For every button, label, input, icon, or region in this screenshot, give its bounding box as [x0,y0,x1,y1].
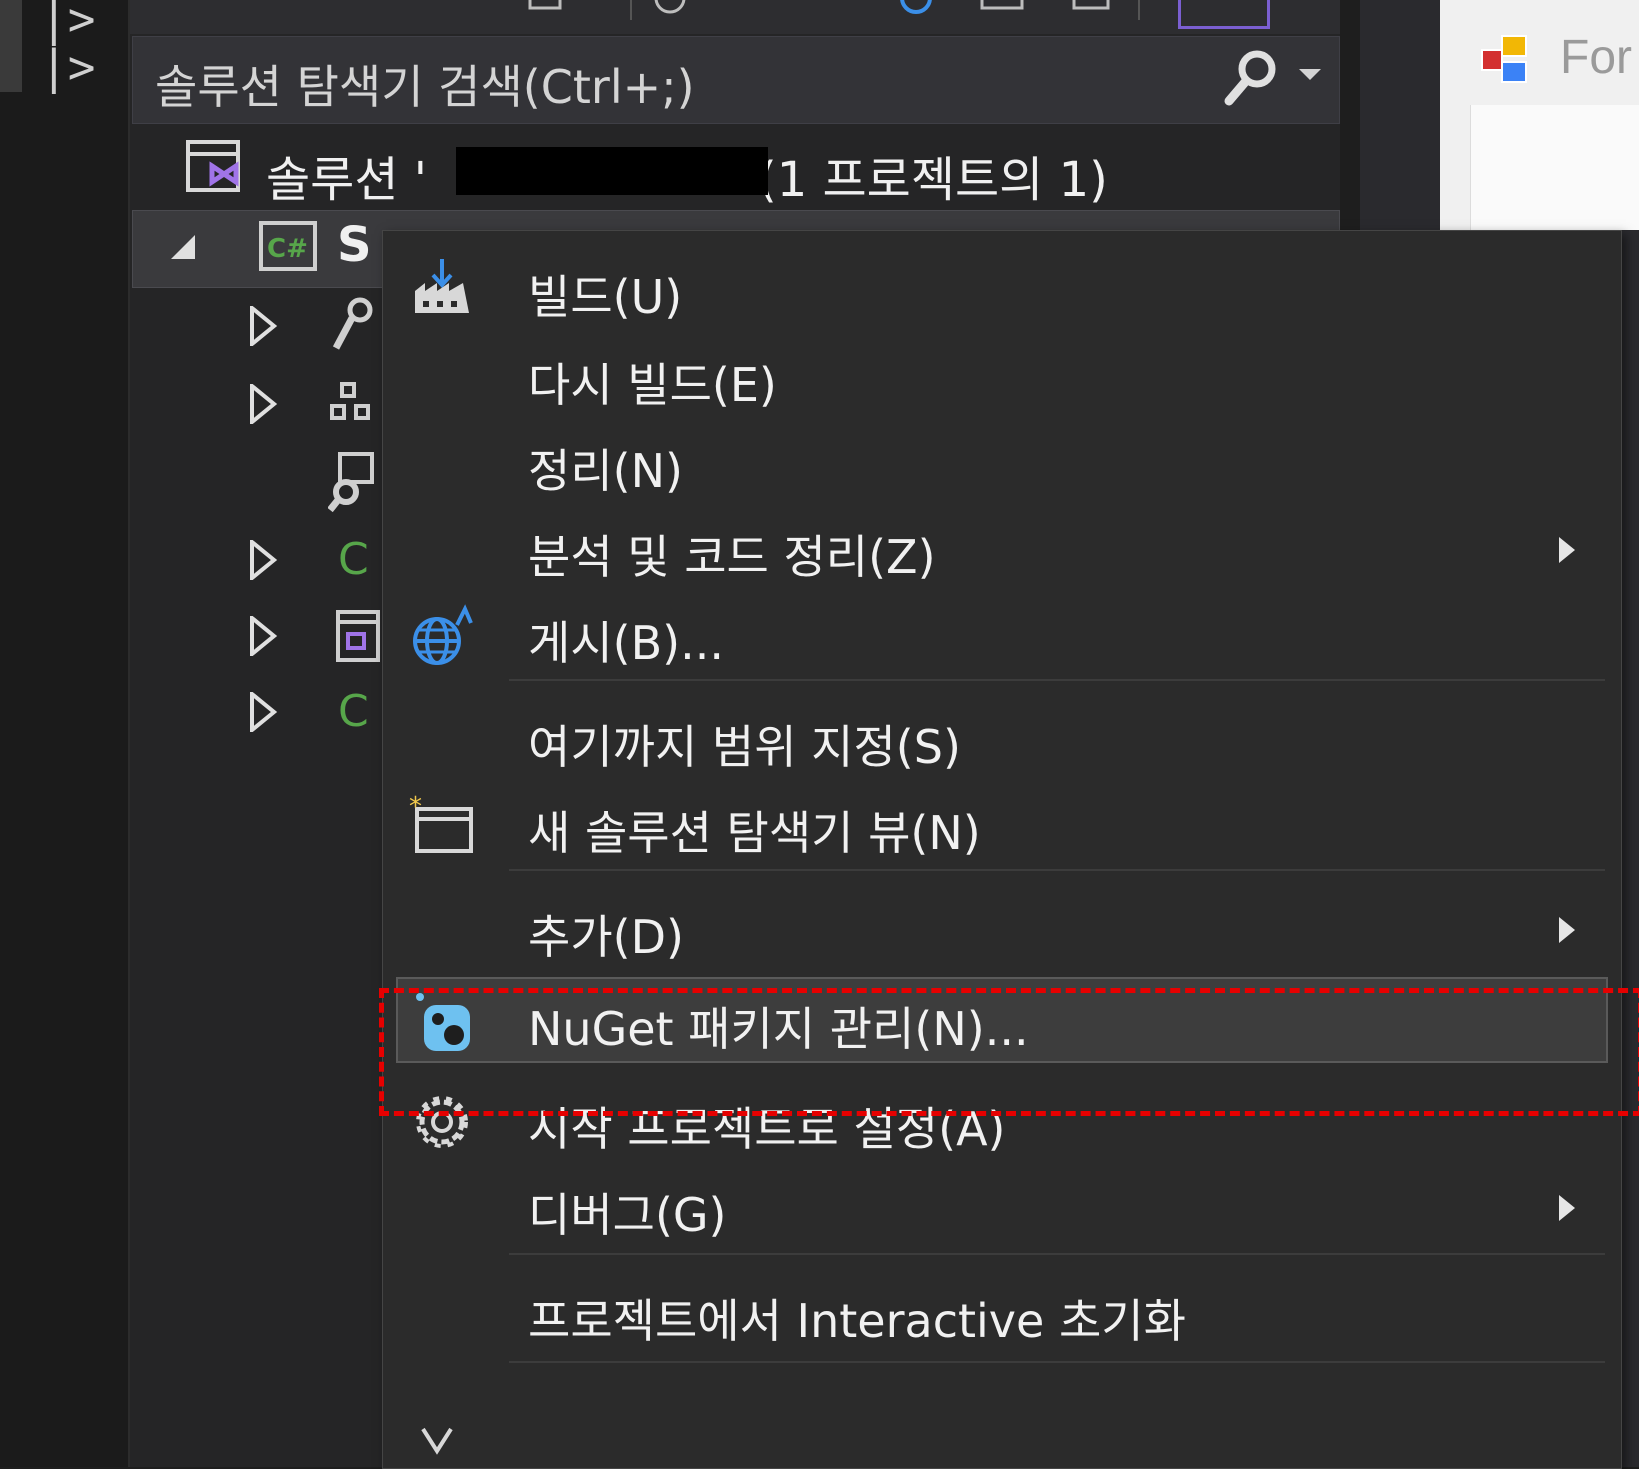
menu-separator [509,869,1605,871]
project-context-menu: 빌드(U) 다시 빌드(E) 정리(N) 분석 및 코드 정리(Z) 게시(B)… [382,230,1622,1469]
menu-item-label: 추가(D) [528,910,684,964]
properties-wrench-icon [332,297,373,350]
annotation-highlight-box [379,988,1639,1116]
collapsed-triangle-icon[interactable] [248,616,278,656]
toolbar-collapse-icon[interactable] [978,0,1028,20]
menu-item-new-explorer-view[interactable]: * 새 솔루션 탐색기 뷰(N) [383,783,1621,869]
build-icon [415,259,469,313]
config-wrench-icon [328,452,374,513]
collapsed-triangle-icon[interactable] [248,306,278,346]
search-input[interactable]: 솔루션 탐색기 검색(Ctrl+;) [155,51,695,117]
menu-item-label: 프로젝트에서 Interactive 초기화 [528,1294,1186,1348]
form-tab-label[interactable]: For [1560,30,1632,85]
menu-item-add[interactable]: 추가(D) [383,887,1621,973]
menu-item-label: 게시(B)... [528,616,724,670]
menu-item-debug[interactable]: 디버그(G) [383,1165,1621,1251]
form-file-icon [336,610,380,662]
menu-item-clean[interactable]: 정리(N) [383,421,1621,507]
toolbar-divider [630,0,632,20]
project-name: S [337,217,372,273]
redacted-solution-name [456,147,768,195]
svg-text:C#: C# [267,234,308,264]
menu-item-label: 분석 및 코드 정리(Z) [528,530,936,584]
collapse-chevron-icon[interactable]: |> [40,40,95,94]
menu-item-scope-to-this[interactable]: 여기까지 범위 지정(S) [383,697,1621,783]
menu-item-rebuild[interactable]: 다시 빌드(E) [383,335,1621,421]
solution-explorer-toolbar [130,0,1340,34]
toolbar-showall-icon[interactable] [1070,0,1120,20]
collapsed-triangle-icon[interactable] [248,692,278,732]
menu-item-label: 정리(N) [528,444,683,498]
menu-item-label: 빌드(U) [528,270,683,324]
menu-item-label: 다시 빌드(E) [528,358,777,412]
form-designer-icon [1481,35,1527,83]
solution-project-count: (1 프로젝트의 1) [758,152,1108,208]
submenu-arrow-icon [1559,537,1575,563]
solution-icon [186,140,240,192]
toolbar-sync-icon[interactable] [650,0,690,20]
toolbar-divider [1138,0,1140,20]
expanded-triangle-icon[interactable] [167,231,201,265]
references-icon [330,382,370,420]
menu-item-initialize-interactive[interactable]: 프로젝트에서 Interactive 초기화 [383,1271,1621,1357]
left-scrollbar-thumb[interactable] [0,0,22,92]
menu-separator [509,1253,1605,1255]
menu-separator [509,1361,1605,1363]
submenu-arrow-icon [1559,1195,1575,1221]
menu-item-label: 여기까지 범위 지정(S) [528,720,961,774]
menu-item-build[interactable]: 빌드(U) [383,247,1621,333]
cut-icon [421,1427,453,1455]
search-options-chevron-down-icon[interactable] [1299,69,1321,80]
submenu-arrow-icon [1559,917,1575,943]
svg-text:*: * [409,793,422,822]
menu-separator [509,679,1605,681]
menu-item-publish[interactable]: 게시(B)... [383,593,1621,679]
toolbar-preview-button[interactable] [1178,0,1270,29]
menu-item-label: 디버그(G) [528,1188,727,1242]
search-icon[interactable] [1221,47,1281,109]
solution-label-prefix: 솔루션 ' [266,152,427,208]
toolbar-home-icon[interactable] [526,0,566,20]
collapsed-triangle-icon[interactable] [248,384,278,424]
menu-item-analyze-cleanup[interactable]: 분석 및 코드 정리(Z) [383,507,1621,593]
collapsed-triangle-icon[interactable] [248,540,278,580]
csharp-file-icon: C [338,686,369,737]
new-view-icon: * [409,793,473,853]
csharp-file-icon: C [338,534,369,585]
toolbar-pending-icon[interactable] [896,0,936,20]
left-activity-strip [0,0,130,1467]
form-canvas[interactable] [1470,105,1639,230]
csharp-project-icon: C# [259,221,317,271]
menu-item-label: 새 솔루션 탐색기 뷰(N) [528,806,981,860]
solution-explorer-search[interactable]: 솔루션 탐색기 검색(Ctrl+;) [132,36,1340,124]
globe-publish-icon [413,604,473,665]
